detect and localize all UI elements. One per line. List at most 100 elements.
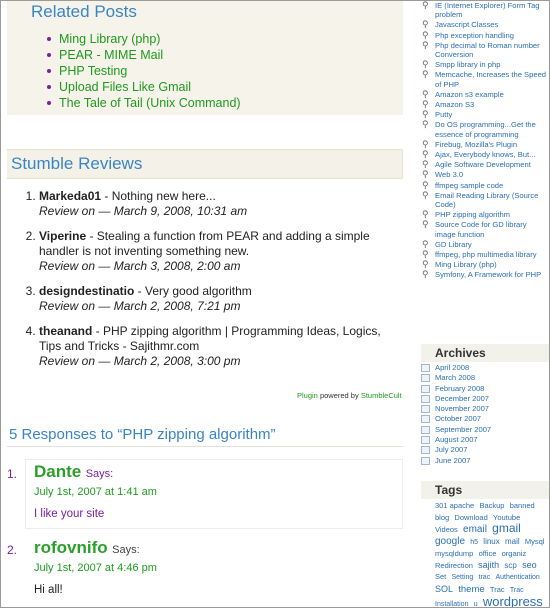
sidebar-post-link[interactable]: ⚲ Firebug, Mozilla's Plugin bbox=[421, 139, 549, 149]
sidebar-post-link[interactable]: ⚲ IE (Internet Explorer) Form Tag problem bbox=[421, 1, 549, 19]
review-author[interactable]: Markeda01 bbox=[39, 189, 101, 203]
tag-link[interactable]: Authentication bbox=[495, 574, 539, 581]
tag-link[interactable]: Set bbox=[435, 572, 446, 581]
tag-link[interactable]: blog bbox=[435, 513, 449, 522]
tag-link[interactable]: theme bbox=[458, 584, 484, 595]
plugin-link[interactable]: Plugin bbox=[297, 391, 318, 400]
tag-link[interactable]: Redirection bbox=[435, 561, 473, 570]
tag-link[interactable]: SOL bbox=[435, 584, 453, 594]
tag-link[interactable]: mail bbox=[505, 537, 520, 546]
paperclip-icon: ⚲ bbox=[422, 259, 429, 270]
comment-author[interactable]: Dante bbox=[34, 462, 81, 481]
review-item: theanand - PHP zipping algorithm | Progr… bbox=[39, 324, 404, 369]
plugin-credit: Plugin powered by StumbleCult bbox=[297, 391, 402, 400]
sidebar-post-link[interactable]: ⚲ ffmpeg, php multimedia library bbox=[421, 250, 549, 260]
stumblecult-link[interactable]: StumbleCult bbox=[361, 391, 402, 400]
comment-number: 1. bbox=[7, 467, 18, 481]
archive-label: September 2007 bbox=[435, 424, 492, 434]
sidebar-post-label: Php decimal to Roman number Conversion bbox=[435, 40, 540, 60]
review-author[interactable]: Viperine bbox=[39, 229, 86, 243]
related-post-link[interactable]: The Tale of Tail (Unix Command) bbox=[47, 95, 403, 111]
archive-link[interactable]: April 2008 bbox=[421, 363, 549, 373]
review-text: - Very good algorithm bbox=[134, 284, 252, 298]
sidebar-post-link[interactable]: ⚲ Putty bbox=[421, 110, 549, 120]
tag-link[interactable]: u bbox=[474, 601, 478, 607]
sidebar-post-link[interactable]: ⚲ Smpp library in php bbox=[421, 60, 549, 70]
sidebar-post-link[interactable]: ⚲ Ming Library (php) bbox=[421, 259, 549, 270]
sidebar-post-link[interactable]: ⚲ Php exception handling bbox=[421, 29, 549, 40]
related-post-link[interactable]: PEAR - MIME Mail bbox=[47, 47, 403, 63]
archive-link[interactable]: August 2007 bbox=[421, 435, 549, 445]
archive-link[interactable]: March 2008 bbox=[421, 373, 549, 383]
archive-link[interactable]: July 2007 bbox=[421, 445, 549, 455]
tag-link[interactable]: banned bbox=[510, 501, 535, 510]
tag-link[interactable]: h5 bbox=[470, 539, 478, 546]
archive-link[interactable]: November 2007 bbox=[421, 404, 549, 414]
tag-link[interactable]: mysqldump bbox=[435, 549, 473, 558]
paperclip-icon: ⚲ bbox=[422, 88, 429, 99]
sidebar-post-label: Smpp library in php bbox=[435, 60, 501, 70]
sidebar-post-link[interactable]: ⚲ GD Library bbox=[421, 239, 549, 249]
tag-link[interactable]: sajith bbox=[478, 560, 499, 570]
tag-link[interactable]: 301 apache bbox=[435, 501, 474, 510]
comment-author[interactable]: rofovnifo bbox=[34, 538, 108, 557]
archive-link[interactable]: September 2007 bbox=[421, 425, 549, 435]
paperclip-icon: ⚲ bbox=[422, 169, 429, 180]
sidebar-post-link[interactable]: ⚲ PHP zipping algorithm bbox=[421, 210, 549, 220]
paperclip-icon: ⚲ bbox=[422, 29, 429, 40]
tag-link[interactable]: Download bbox=[454, 513, 487, 522]
archive-link[interactable]: October 2007 bbox=[421, 414, 549, 424]
related-post-link[interactable]: Upload Files Like Gmail bbox=[47, 79, 403, 95]
tag-link[interactable]: wordpress bbox=[483, 594, 543, 607]
tag-link[interactable]: google bbox=[435, 536, 465, 547]
sidebar-post-label: Ming Library (php) bbox=[435, 260, 497, 270]
tag-link[interactable]: Mysql bbox=[525, 537, 545, 546]
review-author[interactable]: theanand bbox=[39, 324, 92, 338]
archive-label: June 2007 bbox=[435, 455, 471, 465]
tag-link[interactable]: email bbox=[463, 524, 487, 535]
archive-link[interactable]: February 2008 bbox=[421, 384, 549, 394]
sidebar-post-link[interactable]: ⚲ Web 3.0 bbox=[421, 169, 549, 180]
comment-date[interactable]: July 1st, 2007 at 1:41 am bbox=[34, 486, 394, 498]
sidebar-post-link[interactable]: ⚲ Amazon s3 example bbox=[421, 88, 549, 99]
comment-date[interactable]: July 1st, 2007 at 4:46 pm bbox=[34, 562, 394, 574]
tag-link[interactable]: seo bbox=[522, 560, 537, 570]
tag-link[interactable]: Trac bbox=[490, 585, 505, 594]
sidebar-post-link[interactable]: ⚲ Symfony, A Framework for PHP bbox=[421, 270, 549, 280]
sidebar-post-link[interactable]: ⚲ Agile Software Development bbox=[421, 160, 549, 170]
tag-link[interactable]: scp bbox=[504, 561, 516, 570]
review-author[interactable]: designdestinatio bbox=[39, 284, 134, 298]
tag-link[interactable]: organiz bbox=[502, 549, 527, 558]
sidebar-post-label: Agile Software Development bbox=[435, 160, 531, 170]
responses-title: 5 Responses to “PHP zipping algorithm” bbox=[9, 426, 276, 443]
sidebar-post-link[interactable]: ⚲ Ajax, Everybody knows, But... bbox=[421, 150, 549, 160]
tag-link[interactable]: Backup bbox=[479, 501, 504, 510]
tag-link[interactable]: trac bbox=[479, 574, 491, 581]
calendar-icon bbox=[421, 425, 430, 434]
review-text: - Nothing new here... bbox=[101, 189, 216, 203]
sidebar-post-link[interactable]: ⚲ Source Code for GD library image functi… bbox=[421, 220, 549, 239]
tag-link[interactable]: Setting bbox=[452, 574, 474, 581]
sidebar-post-link[interactable]: ⚲ ffmpeg sample code bbox=[421, 180, 549, 190]
sidebar-post-link[interactable]: ⚲ Email Reading Library (Source Code) bbox=[421, 190, 549, 209]
sidebar-post-link[interactable]: ⚲ Amazon S3 bbox=[421, 100, 549, 110]
archive-link[interactable]: December 2007 bbox=[421, 394, 549, 404]
tag-link[interactable]: gmail bbox=[492, 521, 521, 535]
sidebar-post-link[interactable]: ⚲ Php decimal to Roman number Conversion bbox=[421, 40, 549, 60]
paperclip-icon: ⚲ bbox=[422, 1, 429, 10]
related-post-link[interactable]: Ming Library (php) bbox=[47, 31, 403, 47]
related-posts: Related Posts Ming Library (php) PEAR - M… bbox=[7, 1, 403, 115]
tag-link[interactable]: linux bbox=[483, 537, 499, 546]
paperclip-icon: ⚲ bbox=[422, 119, 429, 130]
related-post-link[interactable]: PHP Testing bbox=[47, 63, 403, 79]
tag-link[interactable]: office bbox=[479, 549, 497, 558]
sidebar-post-label: Symfony, A Framework for PHP bbox=[435, 270, 542, 280]
sidebar-post-link[interactable]: ⚲ Memcache, Increases the Speed of PHP bbox=[421, 70, 549, 89]
sidebar-post-link[interactable]: ⚲ Do OS programming...Get the essence of … bbox=[421, 119, 549, 139]
archive-label: February 2008 bbox=[435, 383, 485, 393]
stumble-reviews-title: Stumble Reviews bbox=[7, 149, 403, 179]
archive-link[interactable]: June 2007 bbox=[421, 456, 549, 466]
sidebar-post-link[interactable]: ⚲ Javascript Classes bbox=[421, 20, 549, 30]
stumble-reviews-list: Markeda01 - Nothing new here...Review on… bbox=[1, 189, 404, 379]
tag-link[interactable]: Videos bbox=[435, 525, 458, 534]
